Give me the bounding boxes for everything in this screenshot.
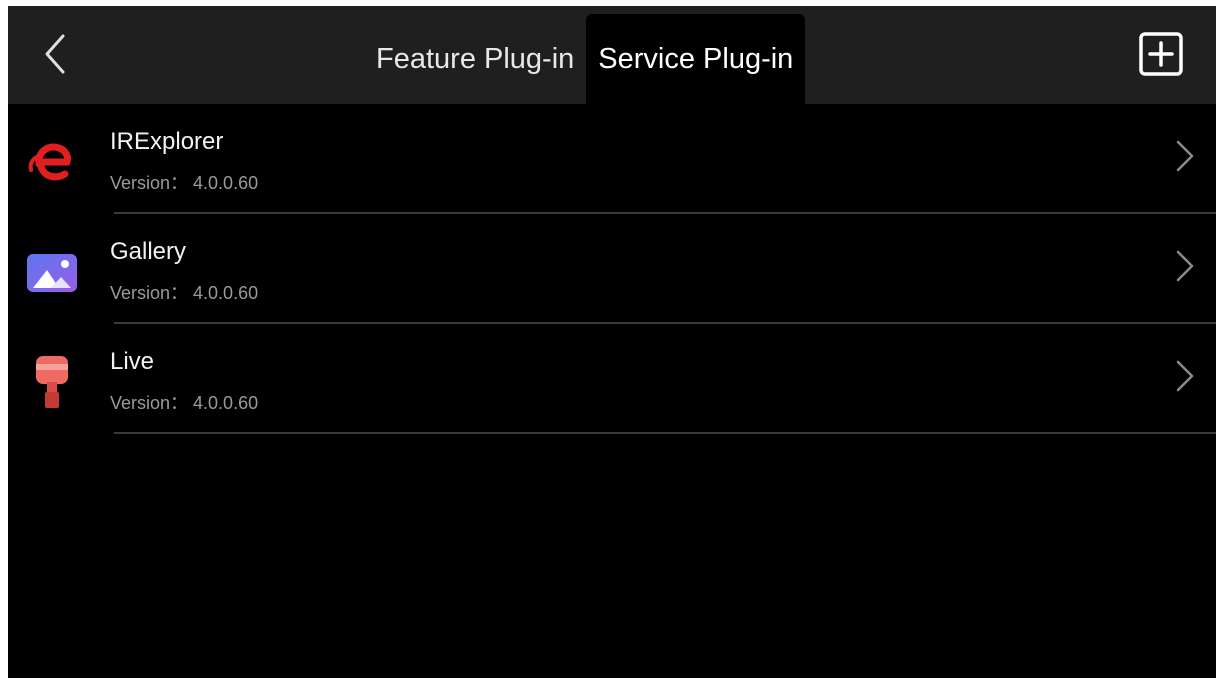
irexplorer-logo-icon — [22, 132, 82, 192]
divider — [114, 432, 1216, 434]
chevron-right-icon — [1176, 140, 1194, 172]
plugin-version: Version： 4.0.0.60 — [110, 283, 259, 303]
plugin-name: Live — [110, 348, 155, 375]
tab-service-plug-in[interactable]: Service Plug-in — [586, 14, 806, 104]
add-plugin-button[interactable] — [1136, 29, 1186, 79]
chevron-left-icon — [45, 34, 65, 74]
plugin-version: Version： 4.0.0.60 — [110, 393, 259, 413]
gallery-image-icon — [22, 242, 82, 302]
plugin-name: IRExplorer — [110, 128, 224, 155]
back-button[interactable] — [32, 28, 80, 80]
chevron-right-icon — [1176, 250, 1194, 282]
plugin-list: IRExplorer Version： 4.0.0.60 Gallery Ver… — [8, 104, 1216, 434]
plus-square-icon — [1139, 32, 1183, 76]
chevron-right-icon — [1176, 360, 1194, 392]
plugin-item-live[interactable]: Live Version： 4.0.0.60 — [8, 324, 1216, 434]
plugin-version: Version： 4.0.0.60 — [110, 173, 259, 193]
top-bar: Feature Plug-in Service Plug-in — [8, 6, 1216, 104]
plugin-tabs: Feature Plug-in Service Plug-in — [364, 14, 806, 104]
live-pin-icon — [22, 352, 82, 412]
plugin-item-irexplorer[interactable]: IRExplorer Version： 4.0.0.60 — [8, 104, 1216, 214]
plugin-name: Gallery — [110, 238, 187, 265]
plugin-item-gallery[interactable]: Gallery Version： 4.0.0.60 — [8, 214, 1216, 324]
plugin-screen: Feature Plug-in Service Plug-in IRExplor… — [8, 6, 1216, 678]
tab-feature-plug-in[interactable]: Feature Plug-in — [364, 14, 586, 104]
